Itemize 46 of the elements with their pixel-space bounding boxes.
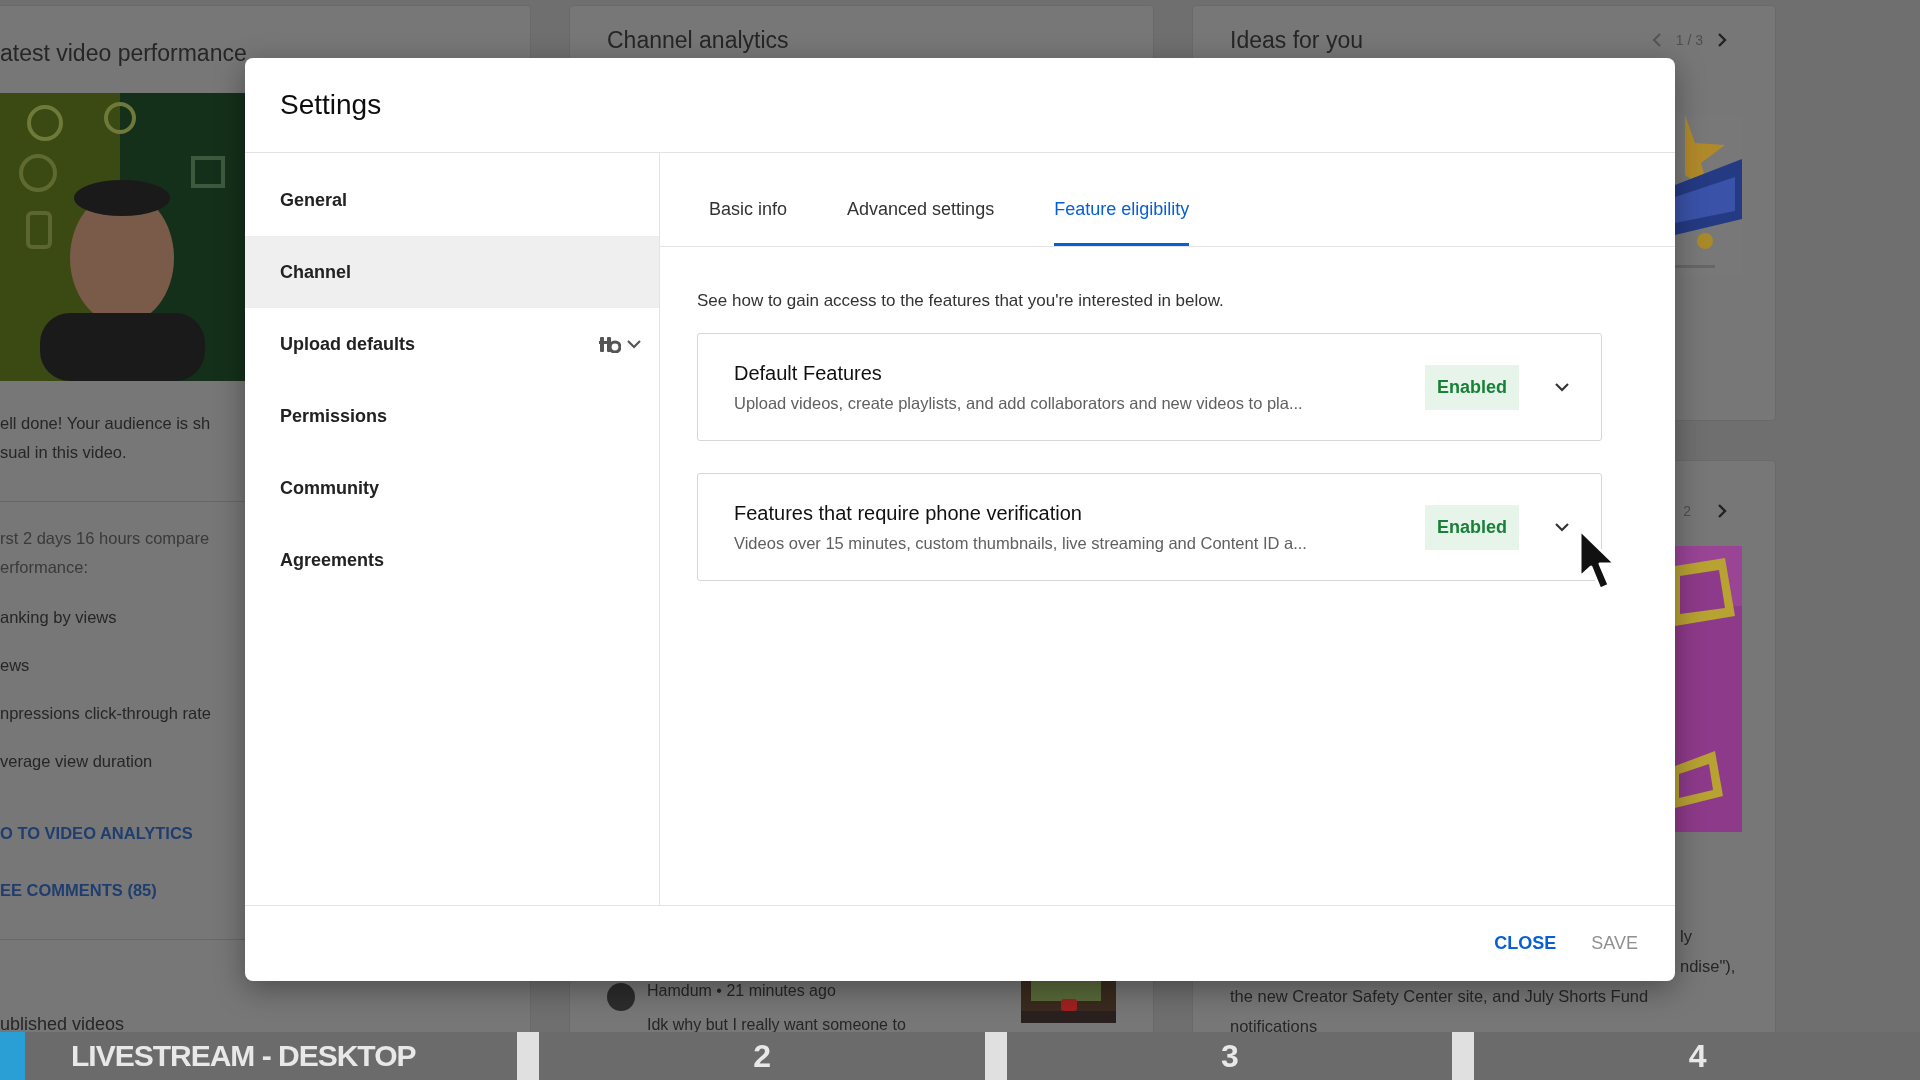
sidebar-item[interactable]: Permissions: [245, 380, 659, 452]
extension-icon[interactable]: [599, 335, 621, 353]
chapter-label: 4: [1687, 1036, 1708, 1076]
comparison-text: rst 2 days 16 hours compare: [0, 528, 210, 549]
comment-author: Hamdum • 21 minutes ago: [647, 981, 836, 1001]
section-title: ublished videos: [0, 1014, 125, 1032]
comparison-text: erformance:: [0, 557, 89, 578]
feature-title: Default Features: [734, 361, 883, 385]
description-text: ndise"),: [1680, 956, 1736, 977]
metric-label: npressions click-through rate: [0, 703, 211, 724]
feature-title: Features that require phone verification: [734, 501, 1083, 525]
tab[interactable]: Basic info: [709, 153, 788, 246]
sidebar-item[interactable]: General: [245, 164, 659, 236]
summary-text: sual in this video.: [0, 442, 127, 463]
sidebar-item[interactable]: Upload defaults: [245, 308, 659, 380]
summary-text: ell done! Your audience is sh: [0, 413, 211, 434]
metric-label: anking by views: [0, 607, 117, 628]
segment-marker: [984, 1032, 1007, 1080]
segment-marker: [516, 1032, 539, 1080]
feature-description: Videos over 15 minutes, custom thumbnails, live streaming and Content ID a...: [734, 533, 1308, 553]
dialog-title: Settings: [245, 58, 1675, 153]
feature-description: Upload videos, create playlists, and add collaborators and new videos to pla...: [734, 393, 1304, 413]
metric-label: verage view duration: [0, 751, 153, 772]
status-badge: Enabled: [1425, 504, 1519, 550]
metric-label: ews: [0, 655, 30, 676]
chapter-label: LIVESTREAM - DESKTOP: [70, 1038, 417, 1074]
chapter-label: 2: [752, 1036, 771, 1076]
sidebar-item[interactable]: Channel: [245, 236, 659, 308]
segment-marker: [1452, 1032, 1475, 1080]
close-button[interactable]: CLOSE: [1494, 929, 1557, 958]
description-text: notifications: [1230, 1016, 1318, 1032]
avatar: [607, 983, 635, 1011]
card-title: atest video performance: [0, 39, 248, 67]
tab[interactable]: Advanced settings: [847, 153, 995, 246]
chapter-label: 3: [1219, 1036, 1239, 1076]
next-icon[interactable]: [1717, 503, 1727, 519]
sidebar-item[interactable]: Agreements: [245, 524, 659, 596]
card-title: Channel analytics: [607, 26, 790, 54]
description-text: ly: [1680, 926, 1692, 947]
tab[interactable]: Feature eligibility: [1054, 153, 1190, 246]
next-icon[interactable]: [1717, 32, 1727, 48]
status-badge: Enabled: [1425, 364, 1519, 410]
description-text: the new Creator Safety Center site, and July Shorts Fund: [1230, 986, 1649, 1007]
intro-text: See how to gain access to the features that you're interested in below.: [697, 291, 1225, 311]
card-title: Ideas for you: [1230, 26, 1363, 54]
sidebar-item[interactable]: Community: [245, 452, 659, 524]
